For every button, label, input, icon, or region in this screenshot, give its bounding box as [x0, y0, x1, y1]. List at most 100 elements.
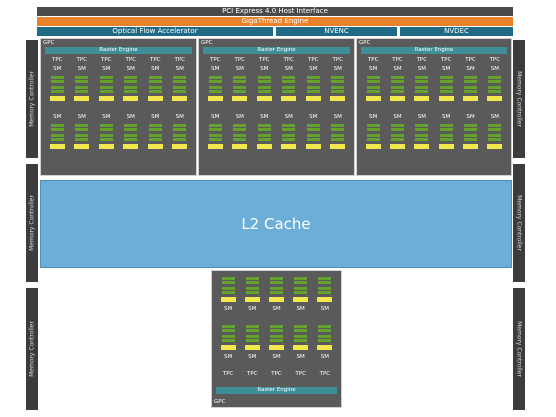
tpc-column: TPC SM SM — [147, 39, 164, 175]
sm-cache-block — [220, 297, 236, 302]
sm-core-block — [221, 281, 235, 284]
sm-core-block — [270, 281, 283, 284]
memory-controller-label: Memory Controller — [515, 195, 523, 251]
tpc-label: TPC — [283, 57, 295, 63]
tpc-label: TPC — [100, 57, 112, 63]
tpc-label: TPC — [209, 57, 221, 63]
sm-core-block — [257, 90, 271, 93]
tpc-label: TPC — [271, 371, 282, 377]
tpc-label: TPC — [319, 371, 331, 377]
sm-cache-block — [49, 144, 65, 149]
sm-core-block — [331, 76, 345, 79]
sm-core-block — [415, 138, 429, 141]
memory-controller-label: Memory Controller — [28, 195, 36, 251]
sm-core-block — [331, 90, 345, 93]
nvdec-bar: NVDEC — [400, 27, 513, 36]
sm-cache-block — [330, 96, 346, 101]
sm-core-block — [415, 86, 429, 89]
sm-cache-block — [305, 96, 321, 101]
sm-cache-block — [281, 144, 297, 149]
sm-cache-block — [123, 96, 139, 101]
sm-label: SM — [53, 66, 62, 72]
sm-core-block — [488, 128, 502, 131]
tpc-column: TPC SM SM — [389, 39, 406, 175]
sm-core-block — [306, 80, 320, 83]
l2-cache-block: L2 Cache — [40, 180, 512, 268]
sm-core-block — [221, 291, 235, 294]
sm-core-block — [294, 335, 308, 338]
raster-engine-bar: Raster Engine — [361, 47, 507, 54]
sm-core-block — [464, 80, 477, 83]
tpc-label: TPC — [332, 57, 344, 63]
sm-cache-block — [414, 144, 430, 149]
sm-core-block — [208, 76, 222, 79]
sm-core-block — [439, 124, 453, 127]
gpc-block-4: GPC Raster Engine SM SM TPC SM SM TPC SM SM TPC SM S… — [211, 270, 342, 408]
sm-core-block — [488, 90, 502, 93]
tpc-label: TPC — [125, 57, 137, 63]
sm-label: SM — [235, 66, 244, 72]
optical-flow-accelerator-label: Optical Flow Accelerator — [112, 27, 198, 35]
sm-cache-block — [232, 96, 248, 101]
sm-core-block — [391, 128, 404, 131]
sm-core-block — [282, 86, 296, 89]
sm-core-block — [306, 86, 320, 89]
tpc-column: SM SM TPC — [292, 271, 309, 407]
tpc-label: TPC — [174, 57, 186, 63]
gigathread-engine-bar: GigaThread Engine — [37, 17, 513, 26]
tpc-column: TPC SM SM — [231, 39, 248, 175]
sm-core-block — [99, 80, 113, 83]
sm-core-block — [439, 80, 453, 83]
sm-core-block — [221, 329, 235, 332]
tpc-column: TPC SM SM — [256, 39, 273, 175]
sm-core-block — [233, 134, 247, 137]
sm-core-block — [464, 128, 477, 131]
sm-label: SM — [333, 66, 342, 72]
sm-core-block — [318, 277, 332, 280]
tpc-column: TPC SM SM — [365, 39, 382, 175]
sm-core-block — [257, 76, 271, 79]
sm-label: SM — [53, 114, 62, 120]
sm-label: SM — [393, 66, 402, 72]
sm-core-block — [99, 90, 113, 93]
sm-core-block — [221, 325, 235, 328]
tpc-column: TPC SM SM — [171, 39, 188, 175]
sm-cache-block — [330, 144, 346, 149]
tpc-label: TPC — [465, 57, 476, 63]
tpc-column: TPC SM SM — [413, 39, 430, 175]
gpc-block-2: GPC Raster Engine TPC SM SM TPC SM SM TPC SM SM TPC… — [198, 38, 355, 176]
sm-label: SM — [235, 114, 244, 120]
pcie-host-interface-label: PCI Express 4.0 Host Interface — [222, 7, 328, 15]
sm-core-block — [282, 124, 296, 127]
sm-cache-block — [256, 96, 272, 101]
optical-flow-accelerator-bar: Optical Flow Accelerator — [37, 27, 273, 36]
memory-controller-label: Memory Controller — [28, 71, 36, 127]
sm-cache-block — [414, 96, 430, 101]
sm-core-block — [306, 124, 320, 127]
sm-cache-block — [487, 96, 503, 101]
sm-cache-block — [98, 96, 114, 101]
sm-label: SM — [490, 66, 499, 72]
sm-core-block — [294, 291, 308, 294]
sm-core-block — [415, 76, 429, 79]
sm-core-block — [270, 277, 283, 280]
sm-core-block — [50, 86, 64, 89]
sm-core-block — [75, 138, 89, 141]
sm-core-block — [366, 90, 380, 93]
sm-core-block — [270, 325, 283, 328]
sm-label: SM — [284, 66, 293, 72]
sm-core-block — [50, 90, 64, 93]
memory-controller-label: Memory Controller — [28, 321, 36, 377]
sm-core-block — [488, 86, 502, 89]
sm-core-block — [50, 124, 64, 127]
sm-cache-block — [365, 144, 381, 149]
sm-cache-block — [463, 144, 478, 149]
tpc-label: TPC — [234, 57, 246, 63]
sm-core-block — [318, 287, 332, 290]
sm-core-block — [270, 339, 283, 342]
sm-core-block — [233, 138, 247, 141]
tpc-column: TPC SM SM — [305, 39, 322, 175]
sm-cache-block — [244, 297, 260, 302]
sm-core-block — [233, 80, 247, 83]
sm-cache-block — [390, 96, 405, 101]
